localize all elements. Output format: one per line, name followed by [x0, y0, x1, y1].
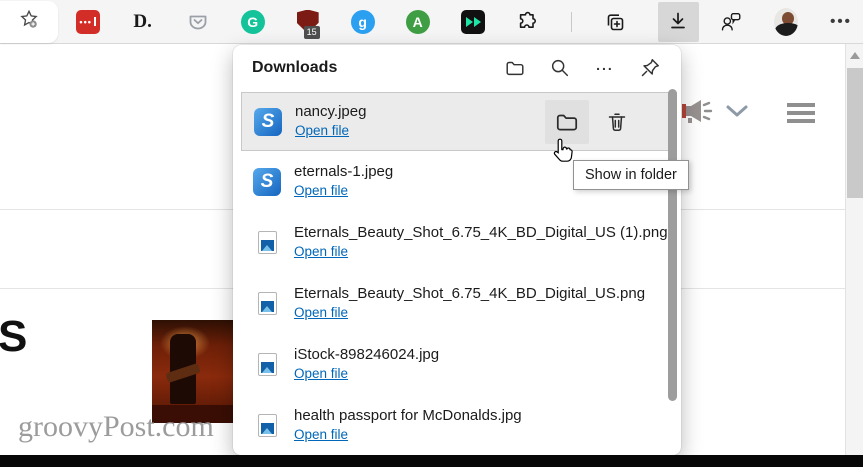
page-headline-fragment: S — [0, 312, 27, 362]
open-file-link[interactable]: Open file — [294, 427, 348, 444]
listen-megaphone-icon[interactable] — [682, 96, 714, 131]
download-item[interactable]: Eternals_Beauty_Shot_6.75_4K_BD_Digital_… — [233, 273, 681, 334]
downloads-panel: Downloads ... S — [233, 45, 681, 455]
browser-scrollbar[interactable] — [845, 44, 863, 467]
profile-avatar[interactable] — [774, 10, 798, 34]
g-app-extension-icon[interactable]: g — [351, 10, 375, 34]
open-file-link[interactable]: Open file — [294, 366, 348, 383]
chevron-down-icon[interactable] — [724, 102, 750, 125]
image-file-icon — [253, 414, 281, 437]
pin-panel-icon[interactable] — [639, 57, 661, 79]
show-in-folder-tooltip: Show in folder — [573, 160, 689, 190]
downloads-panel-header: Downloads ... — [233, 45, 681, 91]
download-file-name: nancy.jpeg — [295, 103, 366, 122]
open-file-link[interactable]: Open file — [294, 244, 348, 261]
snagit-file-icon: S — [254, 108, 282, 136]
download-file-name: health passport for McDonalds.jpg — [294, 407, 522, 426]
hand-cursor — [550, 137, 577, 173]
settings-more-icon[interactable]: ••• — [829, 10, 853, 34]
address-bar-fragment — [0, 1, 58, 43]
extensions-puzzle-icon[interactable] — [516, 10, 540, 34]
open-file-link[interactable]: Open file — [295, 123, 349, 140]
feedback-person-icon[interactable] — [719, 10, 743, 34]
page-menu-icon[interactable] — [787, 103, 815, 127]
image-file-icon — [253, 231, 281, 254]
open-downloads-folder-icon[interactable] — [504, 57, 526, 79]
groovypost-watermark: groovyPost.com — [18, 410, 214, 444]
a-app-extension-icon[interactable]: A — [406, 10, 430, 34]
download-file-name: iStock-898246024.jpg — [294, 346, 439, 365]
open-file-link[interactable]: Open file — [294, 305, 348, 322]
open-file-link[interactable]: Open file — [294, 183, 348, 200]
bottom-black-bar — [0, 455, 863, 467]
download-item[interactable]: Eternals_Beauty_Shot_6.75_4K_BD_Digital_… — [233, 212, 681, 273]
scrollbar-up-arrow[interactable] — [850, 52, 860, 59]
downloads-toolbar-button[interactable] — [658, 2, 699, 42]
download-file-name: Eternals_Beauty_Shot_6.75_4K_BD_Digital_… — [294, 224, 668, 243]
d-extension-icon[interactable]: D. — [131, 10, 155, 34]
image-file-icon — [253, 292, 281, 315]
ublock-extension-icon[interactable]: 15 — [296, 10, 320, 34]
panel-scrollbar-thumb[interactable] — [668, 89, 677, 401]
panel-title: Downloads — [252, 59, 337, 77]
add-favorite-star-icon[interactable] — [18, 8, 40, 35]
toolbar-divider — [571, 12, 572, 32]
article-concert-image — [152, 320, 233, 423]
download-item[interactable]: iStock-898246024.jpg Open file — [233, 334, 681, 395]
delete-download-button[interactable] — [597, 100, 637, 144]
lastpass-dots: ••• — [79, 17, 91, 27]
grammarly-extension-icon[interactable]: G — [241, 10, 265, 34]
search-downloads-icon[interactable] — [549, 57, 571, 79]
video-speed-extension-icon[interactable] — [461, 10, 485, 34]
download-file-name: eternals-1.jpeg — [294, 163, 393, 182]
scrollbar-thumb[interactable] — [847, 68, 863, 198]
lastpass-extension-icon[interactable]: ••• — [76, 10, 100, 34]
image-file-icon — [253, 353, 281, 376]
pocket-extension-icon[interactable] — [186, 10, 210, 34]
downloads-more-options-icon[interactable]: ... — [594, 57, 616, 79]
download-item-selected[interactable]: S nancy.jpeg Open file — [241, 92, 672, 151]
collections-icon[interactable] — [603, 10, 627, 34]
download-item[interactable]: health passport for McDonalds.jpg Open f… — [233, 395, 681, 456]
browser-toolbar: ••• D. G 15 g A — [0, 0, 863, 44]
ublock-badge: 15 — [304, 26, 320, 39]
snagit-file-icon: S — [253, 168, 281, 196]
download-file-name: Eternals_Beauty_Shot_6.75_4K_BD_Digital_… — [294, 285, 645, 304]
